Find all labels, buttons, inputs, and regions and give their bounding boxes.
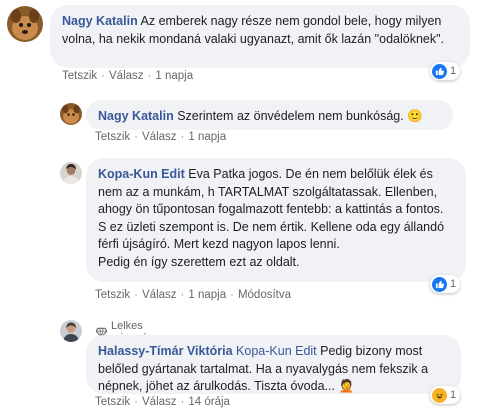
comment-author[interactable]: Nagy Katalin [98,109,174,123]
facepalm-emoji: 🤦 [338,379,355,393]
reaction-count-text: 1 [450,65,457,77]
person-avatar-icon [60,162,82,184]
comment-actions: Tetszik · Válasz · 1 napja [95,131,226,143]
dog-avatar-icon [60,103,82,125]
comment-bubble: Nagy Katalin Szerintem az önvédelem nem … [86,100,453,130]
person-avatar-icon [60,320,82,342]
separator-dot: · [147,70,152,82]
timestamp[interactable]: 1 napja [155,70,193,82]
separator-dot: · [101,70,105,82]
reply-button[interactable]: Válasz [142,396,177,408]
avatar[interactable] [60,162,82,184]
comment-bubble: Halassy-Tímár Viktória Kopa-Kun Edit Ped… [86,335,461,394]
comment-actions: Tetszik · Válasz · 1 napja · Módosítva [95,289,291,301]
timestamp[interactable]: 1 napja [188,131,226,143]
like-button[interactable]: Tetszik [95,289,130,301]
comment-author[interactable]: Kopa-Kun Edit [98,167,185,181]
separator-dot: · [230,289,234,301]
timestamp[interactable]: 14 órája [188,396,230,408]
reaction-count-text: 1 [450,389,457,401]
reaction-count[interactable]: 1 [430,275,461,293]
comment-actions: Tetszik · Válasz · 14 órája [95,396,230,408]
like-button[interactable]: Tetszik [95,396,130,408]
haha-icon [432,387,447,403]
reply-button[interactable]: Válasz [142,289,177,301]
separator-dot: · [180,396,185,408]
timestamp[interactable]: 1 napja [188,289,226,301]
separator-dot: · [180,289,185,301]
edited-label[interactable]: Módosítva [238,289,291,301]
like-button[interactable]: Tetszik [95,131,130,143]
comment-bubble: Kopa-Kun Edit Eva Patka jogos. De én nem… [86,158,466,282]
avatar[interactable] [60,103,82,125]
like-icon [432,276,447,292]
mention-link[interactable]: Kopa-Kun Edit [236,344,317,358]
reaction-count-text: 1 [450,278,457,290]
comment-actions: Tetszik · Válasz · 1 napja [62,70,193,82]
like-button[interactable]: Tetszik [62,70,97,82]
comment-author[interactable]: Halassy-Tímár Viktória [98,344,233,358]
separator-dot: · [134,396,138,408]
reply-button[interactable]: Válasz [109,70,144,82]
separator-dot: · [134,289,138,301]
reply-button[interactable]: Válasz [142,131,177,143]
comment-author[interactable]: Nagy Katalin [62,14,138,28]
separator-dot: · [134,131,138,143]
avatar[interactable] [7,6,43,42]
reaction-count[interactable]: 1 [430,386,461,404]
separator-dot: · [180,131,185,143]
comment-bubble: Nagy Katalin Az emberek nagy része nem g… [50,5,470,68]
comment-text: Szerintem az önvédelem nem bunkóság. [177,109,404,123]
avatar[interactable] [60,320,82,342]
reaction-count[interactable]: 1 [430,62,461,80]
like-icon [432,63,447,79]
comment-text-line: Pedig én így szerettem ezt az oldalt. [98,254,300,269]
dog-avatar-icon [7,6,43,42]
smile-emoji: 🙂 [407,109,423,123]
